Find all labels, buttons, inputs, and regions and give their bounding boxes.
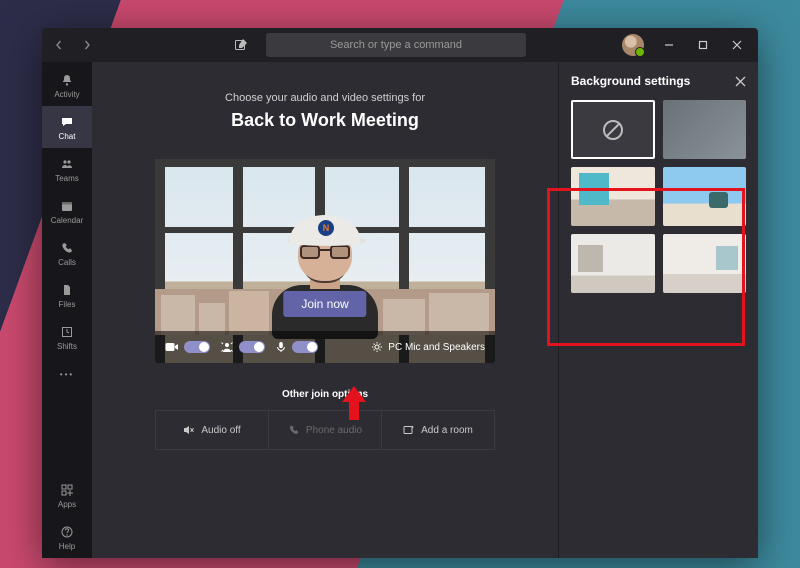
no-background-icon bbox=[571, 100, 655, 159]
teams-window: Search or type a command Activity bbox=[42, 28, 758, 558]
self-video-preview: N Join now bbox=[155, 159, 495, 363]
rail-calendar[interactable]: Calendar bbox=[42, 190, 92, 232]
device-settings-button[interactable]: PC Mic and Speakers bbox=[371, 341, 485, 353]
apps-icon bbox=[59, 482, 75, 498]
background-settings-panel: Background settings bbox=[558, 62, 758, 558]
rail-calls[interactable]: Calls bbox=[42, 232, 92, 274]
background-tile-image-1[interactable] bbox=[571, 167, 655, 226]
camera-icon bbox=[165, 341, 179, 353]
phone-icon bbox=[59, 240, 75, 256]
rail-help[interactable]: Help bbox=[42, 516, 92, 558]
option-label: Phone audio bbox=[306, 425, 362, 436]
rail-label: Shifts bbox=[57, 342, 77, 351]
titlebar: Search or type a command bbox=[42, 28, 758, 62]
help-icon bbox=[59, 524, 75, 540]
rail-label: Chat bbox=[59, 132, 76, 141]
window-minimize-button[interactable] bbox=[654, 31, 684, 59]
device-label: PC Mic and Speakers bbox=[388, 342, 485, 353]
rail-activity[interactable]: Activity bbox=[42, 64, 92, 106]
rail-teams[interactable]: Teams bbox=[42, 148, 92, 190]
microphone-icon bbox=[275, 341, 287, 353]
nav-back-button[interactable] bbox=[48, 34, 70, 56]
meeting-title: Back to Work Meeting bbox=[231, 110, 419, 131]
rail-label: Help bbox=[59, 542, 75, 551]
rail-label: Teams bbox=[55, 174, 79, 183]
background-tile-grid bbox=[571, 100, 746, 293]
rail-files[interactable]: Files bbox=[42, 274, 92, 316]
camera-toggle[interactable] bbox=[184, 341, 210, 353]
ellipsis-icon: ••• bbox=[59, 366, 75, 382]
rail-label: Calls bbox=[58, 258, 76, 267]
bell-icon bbox=[59, 72, 75, 88]
audio-off-option[interactable]: Audio off bbox=[156, 411, 269, 449]
phone-icon bbox=[288, 424, 300, 436]
window-maximize-button[interactable] bbox=[688, 31, 718, 59]
profile-avatar[interactable] bbox=[622, 34, 644, 56]
file-icon bbox=[59, 282, 75, 298]
cap-logo: N bbox=[318, 220, 334, 236]
chat-icon bbox=[59, 114, 75, 130]
background-effects-icon bbox=[220, 341, 234, 353]
rail-chat[interactable]: Chat bbox=[42, 106, 92, 148]
gear-icon bbox=[371, 341, 383, 353]
nav-forward-button[interactable] bbox=[76, 34, 98, 56]
background-tile-image-4[interactable] bbox=[663, 234, 747, 293]
prejoin-hint: Choose your audio and video settings for bbox=[225, 92, 425, 104]
panel-close-button[interactable] bbox=[735, 76, 746, 87]
app-rail: Activity Chat Teams Calendar bbox=[42, 62, 92, 558]
add-room-option[interactable]: Add a room bbox=[382, 411, 494, 449]
self-video-person: N bbox=[260, 211, 390, 339]
background-tile-image-2[interactable] bbox=[663, 167, 747, 226]
rail-more[interactable]: ••• bbox=[42, 358, 92, 390]
background-tile-image-3[interactable] bbox=[571, 234, 655, 293]
microphone-toggle[interactable] bbox=[292, 341, 318, 353]
search-placeholder: Search or type a command bbox=[330, 39, 462, 51]
teams-icon bbox=[59, 156, 75, 172]
join-now-label: Join now bbox=[301, 297, 348, 311]
panel-title: Background settings bbox=[571, 74, 690, 88]
option-label: Audio off bbox=[201, 425, 240, 436]
add-room-icon bbox=[403, 424, 415, 436]
prejoin-controls: PC Mic and Speakers bbox=[155, 331, 495, 363]
window-close-button[interactable] bbox=[722, 31, 752, 59]
rail-apps[interactable]: Apps bbox=[42, 474, 92, 516]
background-effects-toggle[interactable] bbox=[239, 341, 265, 353]
join-now-button[interactable]: Join now bbox=[283, 291, 366, 317]
rail-label: Calendar bbox=[51, 216, 83, 225]
calendar-icon bbox=[59, 198, 75, 214]
rail-label: Files bbox=[59, 300, 76, 309]
background-tile-none[interactable] bbox=[571, 100, 655, 159]
new-chat-button[interactable] bbox=[230, 34, 252, 56]
phone-audio-option[interactable]: Phone audio bbox=[269, 411, 382, 449]
rail-label: Activity bbox=[54, 90, 79, 99]
rail-shifts[interactable]: Shifts bbox=[42, 316, 92, 358]
search-input[interactable]: Search or type a command bbox=[266, 33, 526, 57]
other-join-options: Audio off Phone audio Add a room bbox=[155, 410, 495, 450]
background-tile-blur[interactable] bbox=[663, 100, 747, 159]
option-label: Add a room bbox=[421, 425, 473, 436]
prejoin-pane: Choose your audio and video settings for… bbox=[92, 62, 558, 558]
rail-label: Apps bbox=[58, 500, 76, 509]
shifts-icon bbox=[59, 324, 75, 340]
other-join-options-label: Other join options bbox=[282, 389, 368, 400]
speaker-off-icon bbox=[183, 424, 195, 436]
